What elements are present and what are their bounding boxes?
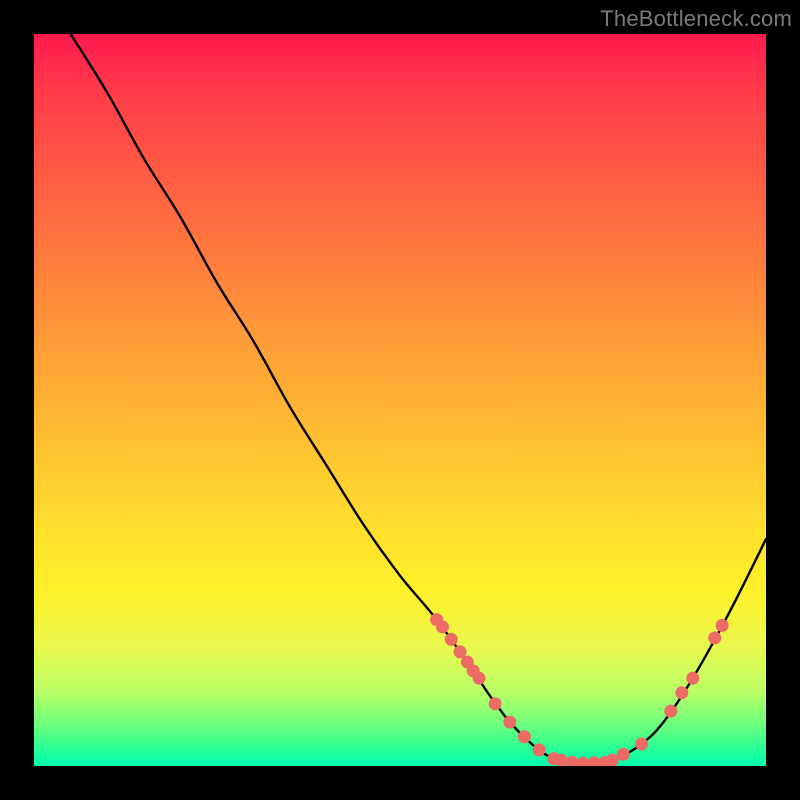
curve-marker [473,672,486,685]
curve-marker [503,716,516,729]
curve-marker [566,756,579,766]
plot-area [34,34,766,766]
curve-marker [518,730,531,743]
curve-marker [617,748,630,761]
curve-marker [445,633,458,646]
curve-markers [430,613,728,766]
watermark-text: TheBottleneck.com [600,6,792,32]
curve-marker [489,697,502,710]
chart-frame: TheBottleneck.com [0,0,800,800]
bottleneck-curve [71,34,766,763]
curve-marker [675,686,688,699]
curve-marker [708,631,721,644]
curve-marker [664,705,677,718]
curve-marker [635,738,648,751]
curve-marker [716,619,729,632]
chart-svg [34,34,766,766]
curve-marker [436,620,449,633]
curve-marker [577,757,590,766]
curve-marker [587,756,600,766]
curve-marker [606,754,619,766]
curve-marker [533,743,546,756]
curve-marker [686,672,699,685]
